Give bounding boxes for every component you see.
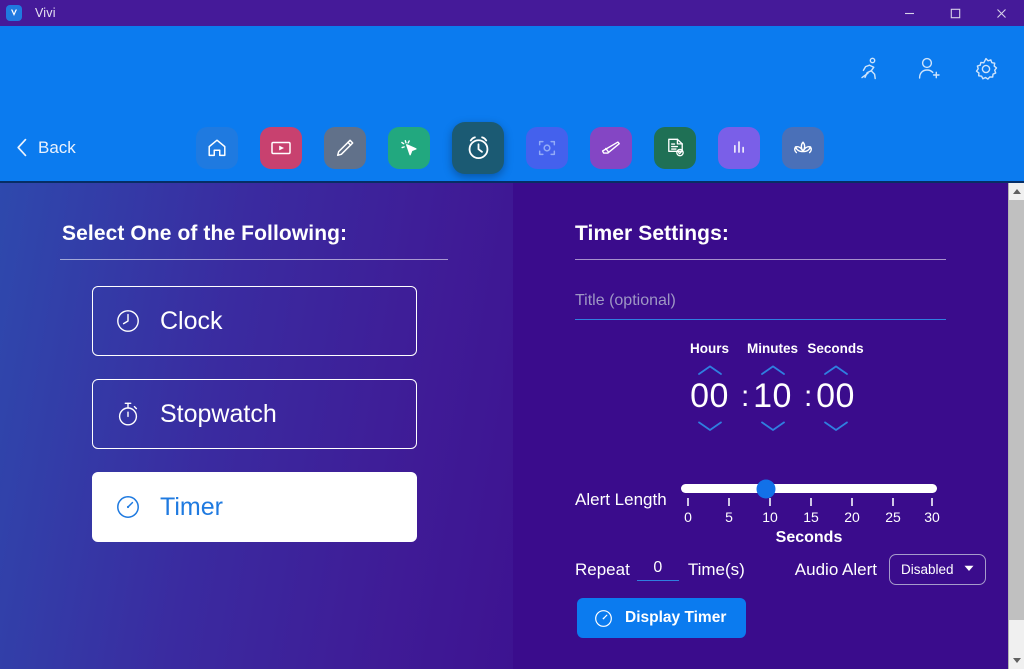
main-content: Select One of the Following: Clock Stopw…: [0, 183, 1008, 669]
header-icon-group: [856, 26, 1006, 112]
timer-title-input[interactable]: [575, 288, 946, 320]
lotus-icon[interactable]: [782, 126, 824, 169]
maximize-button[interactable]: [932, 0, 978, 26]
time-spinner: Hours Minutes Seconds 00: 10: 00: [678, 341, 867, 432]
alert-length-unit-label: Seconds: [775, 529, 843, 546]
repeat-label: Repeat: [575, 559, 630, 579]
alert-length-label: Alert Length: [575, 490, 667, 509]
selection-heading-divider: [60, 259, 448, 260]
hours-decrement-button[interactable]: [678, 420, 741, 432]
tick-label-30: 30: [924, 509, 940, 525]
hours-increment-button[interactable]: [678, 364, 741, 376]
scrollbar-track[interactable]: [1009, 620, 1024, 652]
timer-settings-divider: [575, 259, 946, 260]
alert-length-tick-labels: 0 5 10 15 20 25 30: [681, 509, 940, 527]
option-timer[interactable]: Timer: [92, 472, 417, 542]
focus-capture-icon[interactable]: [526, 126, 568, 169]
chevron-left-icon: [16, 138, 28, 157]
window-title: Vivi: [35, 6, 56, 20]
vivi-app-window: Vivi Back Select One of the Following: C…: [0, 0, 1024, 669]
hours-label: Hours: [689, 341, 729, 356]
back-button[interactable]: Back: [16, 138, 76, 158]
time-increment-row: [678, 364, 867, 376]
selection-heading: Select One of the Following:: [62, 222, 348, 245]
vivi-logo-icon: [6, 5, 22, 21]
gear-icon[interactable]: [972, 55, 1000, 83]
alert-length-track[interactable]: [681, 479, 937, 498]
alert-length-ticks: [681, 498, 937, 507]
minutes-increment-button[interactable]: [741, 364, 804, 376]
seconds-value[interactable]: 00: [804, 377, 867, 416]
time-spinner-labels: Hours Minutes Seconds: [678, 341, 867, 356]
bar-chart-icon[interactable]: [718, 126, 760, 169]
repeat-row: Repeat Time(s) Audio Alert Disabled: [575, 554, 986, 585]
home-icon[interactable]: [196, 126, 238, 169]
option-clock[interactable]: Clock: [92, 286, 417, 356]
tick-label-10: 10: [762, 509, 778, 525]
alarm-clock-icon[interactable]: [452, 121, 504, 174]
stopwatch-icon: [114, 400, 142, 428]
running-person-icon[interactable]: [856, 55, 884, 83]
pencil-icon[interactable]: [324, 126, 366, 169]
hours-value[interactable]: 00: [678, 377, 741, 416]
seconds-label: Seconds: [807, 341, 864, 356]
back-button-label: Back: [38, 137, 76, 157]
tick-label-5: 5: [725, 509, 733, 525]
timer-icon: [593, 608, 614, 629]
close-button[interactable]: [978, 0, 1024, 26]
seconds-decrement-button[interactable]: [804, 420, 867, 432]
quiz-doc-icon[interactable]: [654, 126, 696, 169]
timer-icon: [114, 493, 142, 521]
scrollbar-thumb[interactable]: [1009, 200, 1024, 620]
minutes-decrement-button[interactable]: [741, 420, 804, 432]
video-icon[interactable]: [260, 126, 302, 169]
display-timer-button[interactable]: Display Timer: [577, 598, 747, 638]
add-user-icon[interactable]: [914, 55, 942, 83]
tick-label-0: 0: [684, 509, 692, 525]
option-stopwatch[interactable]: Stopwatch: [92, 379, 417, 449]
timer-settings-heading: Timer Settings:: [575, 222, 729, 245]
minutes-value[interactable]: 10: [741, 377, 804, 416]
vertical-scrollbar[interactable]: [1008, 183, 1024, 669]
minutes-label: Minutes: [746, 341, 798, 356]
audio-alert-value: Disabled: [901, 562, 954, 577]
tick-label-15: 15: [803, 509, 819, 525]
timer-settings-panel: Timer Settings: Hours Minutes Seconds: [513, 183, 1008, 669]
minimize-button[interactable]: [886, 0, 932, 26]
option-clock-label: Clock: [160, 306, 223, 335]
eraser-icon[interactable]: [590, 126, 632, 169]
audio-alert-dropdown[interactable]: Disabled: [889, 554, 986, 585]
option-timer-label: Timer: [160, 492, 223, 521]
alert-length-slider: 0 5 10 15 20 25 30 Seconds: [681, 459, 940, 546]
app-header: [0, 26, 1024, 112]
window-controls: [886, 0, 1024, 26]
time-value-row: 00 : 10 : 00: [678, 377, 867, 416]
seconds-increment-button[interactable]: [804, 364, 867, 376]
display-timer-label: Display Timer: [625, 609, 727, 626]
audio-alert-label: Audio Alert: [794, 559, 878, 579]
tool-bar: Back: [0, 112, 1024, 183]
repeat-times-label: Time(s): [687, 559, 745, 579]
scroll-up-arrow-icon[interactable]: [1009, 183, 1024, 200]
selection-panel: Select One of the Following: Clock Stopw…: [0, 183, 513, 669]
alert-length-thumb[interactable]: [756, 479, 776, 498]
title-bar: Vivi: [0, 0, 1024, 26]
time-decrement-row: [678, 420, 867, 432]
clock-icon: [114, 307, 142, 335]
repeat-count-input[interactable]: [636, 558, 679, 581]
caret-down-icon: [964, 565, 974, 575]
scroll-down-arrow-icon[interactable]: [1009, 652, 1024, 669]
tool-icon-row: [196, 112, 824, 183]
tick-label-25: 25: [885, 509, 901, 525]
option-stopwatch-label: Stopwatch: [160, 399, 277, 428]
tick-label-20: 20: [844, 509, 860, 525]
cursor-click-icon[interactable]: [388, 126, 430, 169]
